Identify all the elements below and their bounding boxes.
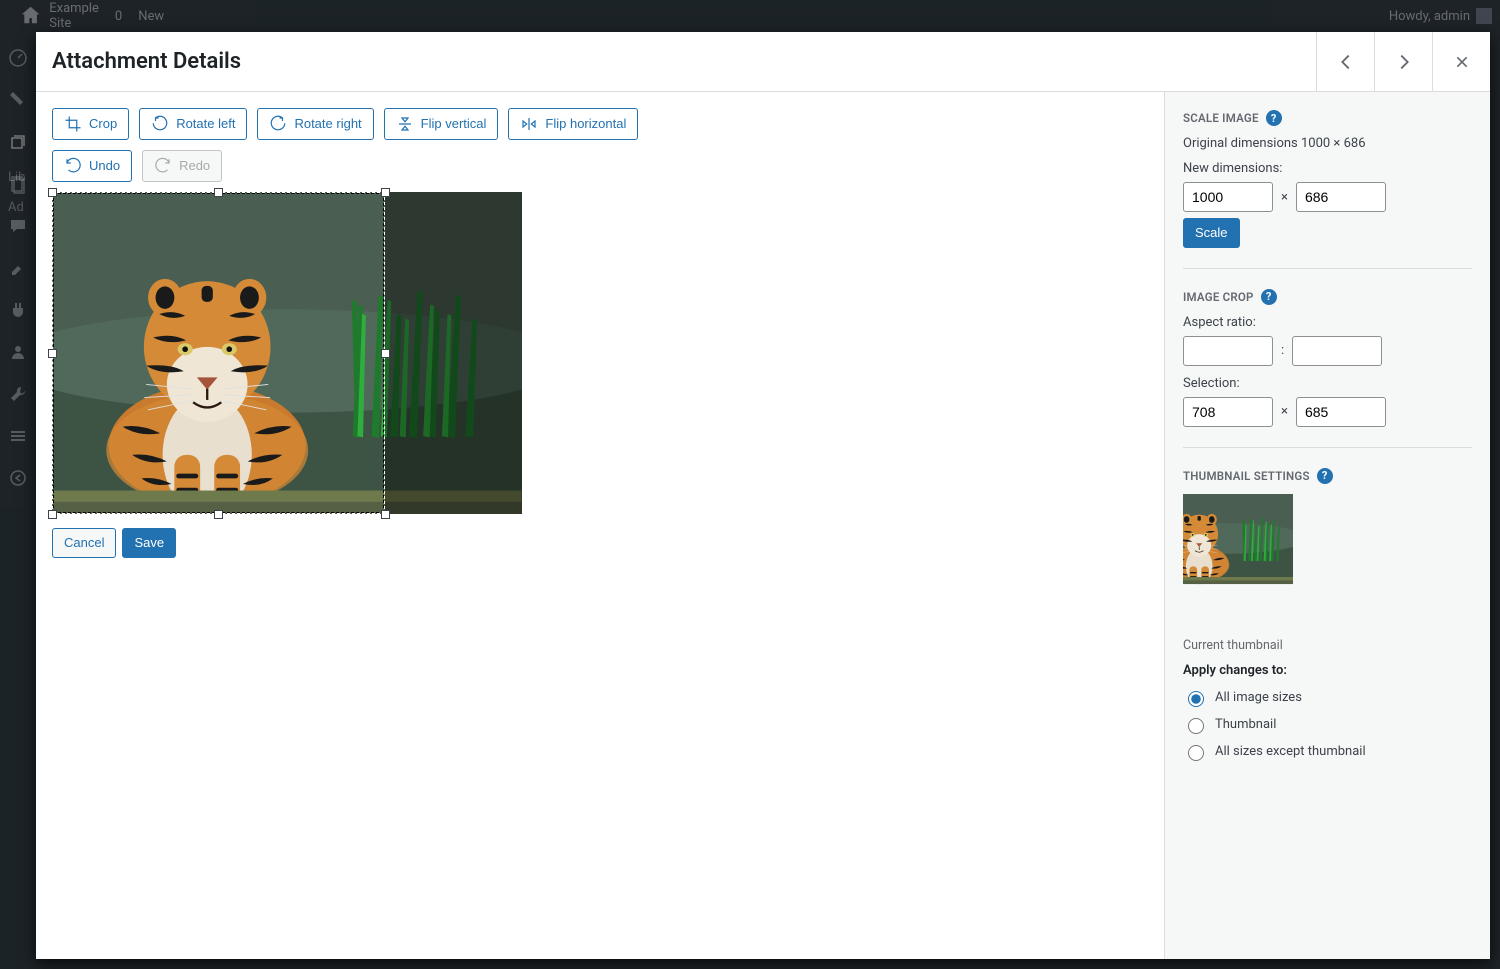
- settings-icon[interactable]: [8, 426, 28, 446]
- image-canvas[interactable]: [52, 192, 522, 514]
- modal-header: Attachment Details: [36, 32, 1490, 92]
- media-icon[interactable]: [8, 132, 28, 152]
- image-editor-area: Crop Rotate left Rotate right Flip verti…: [36, 92, 1164, 959]
- scale-height-input[interactable]: [1296, 182, 1386, 212]
- save-button[interactable]: Save: [122, 528, 176, 558]
- aspect-ratio-label: Aspect ratio:: [1183, 315, 1472, 330]
- settings-sidebar: SCALE IMAGE ? Original dimensions 1000 ×…: [1164, 92, 1490, 959]
- aspect-separator: :: [1281, 343, 1284, 358]
- prev-button[interactable]: [1316, 32, 1374, 92]
- undo-button[interactable]: Undo: [52, 150, 132, 182]
- undo-label: Undo: [89, 158, 120, 174]
- help-icon[interactable]: ?: [1261, 289, 1277, 305]
- close-button[interactable]: [1432, 32, 1490, 92]
- flip-horizontal-label: Flip horizontal: [545, 116, 626, 132]
- apply-except-radio[interactable]: [1188, 745, 1204, 761]
- current-thumbnail-label: Current thumbnail: [1183, 638, 1472, 653]
- aspect-height-input[interactable]: [1292, 336, 1382, 366]
- plugins-icon[interactable]: [8, 300, 28, 320]
- scale-button[interactable]: Scale: [1183, 218, 1240, 248]
- image-crop-heading: IMAGE CROP ?: [1183, 289, 1472, 305]
- apply-except-option[interactable]: All sizes except thumbnail: [1183, 742, 1472, 761]
- appearance-icon[interactable]: [8, 258, 28, 278]
- flip-vertical-button[interactable]: Flip vertical: [384, 108, 499, 140]
- site-link[interactable]: Example Site: [18, 1, 99, 31]
- redo-button: Redo: [142, 150, 222, 182]
- collapse-icon[interactable]: [8, 468, 28, 488]
- help-icon[interactable]: ?: [1266, 110, 1282, 126]
- new-link[interactable]: New: [132, 9, 164, 24]
- tools-icon[interactable]: [8, 384, 28, 404]
- new-dimensions-label: New dimensions:: [1183, 161, 1472, 176]
- image-edit-toolbar: Crop Rotate left Rotate right Flip verti…: [52, 108, 1148, 140]
- redo-label: Redo: [179, 158, 210, 174]
- original-dimensions-text: Original dimensions 1000 × 686: [1183, 136, 1472, 151]
- rotate-left-button[interactable]: Rotate left: [139, 108, 247, 140]
- comments-icon[interactable]: [8, 216, 28, 236]
- selection-label: Selection:: [1183, 376, 1472, 391]
- apply-all-radio[interactable]: [1188, 691, 1204, 707]
- apply-thumb-option[interactable]: Thumbnail: [1183, 715, 1472, 734]
- current-thumbnail-preview: [1183, 494, 1323, 634]
- cancel-button[interactable]: Cancel: [52, 528, 116, 558]
- selection-width-input[interactable]: [1183, 397, 1273, 427]
- rotate-right-button[interactable]: Rotate right: [257, 108, 373, 140]
- selection-separator: ×: [1281, 404, 1288, 419]
- admin-bar: Example Site 0 New Howdy, admin: [0, 0, 1500, 32]
- flip-horizontal-button[interactable]: Flip horizontal: [508, 108, 638, 140]
- apply-thumb-radio[interactable]: [1188, 718, 1204, 734]
- account-link[interactable]: Howdy, admin: [1389, 8, 1492, 24]
- thumbnail-settings-heading: THUMBNAIL SETTINGS ?: [1183, 468, 1472, 484]
- crop-button[interactable]: Crop: [52, 108, 129, 140]
- comments-link[interactable]: 0: [109, 9, 122, 24]
- rotate-right-label: Rotate right: [294, 116, 361, 132]
- side-hint: LibAd: [8, 170, 25, 215]
- help-icon[interactable]: ?: [1317, 468, 1333, 484]
- attachment-details-modal: Attachment Details Crop Rotate left Rota…: [36, 32, 1490, 959]
- flip-vertical-label: Flip vertical: [421, 116, 487, 132]
- scale-width-input[interactable]: [1183, 182, 1273, 212]
- apply-changes-label: Apply changes to:: [1183, 663, 1472, 678]
- crop-selection-overlay[interactable]: [52, 192, 522, 514]
- crop-label: Crop: [89, 116, 117, 132]
- users-icon[interactable]: [8, 342, 28, 362]
- modal-title: Attachment Details: [36, 49, 1316, 74]
- selection-height-input[interactable]: [1296, 397, 1386, 427]
- posts-icon[interactable]: [8, 90, 28, 110]
- avatar-icon: [1476, 8, 1492, 24]
- times-separator: ×: [1281, 190, 1288, 205]
- dashboard-icon[interactable]: [8, 48, 28, 68]
- scale-image-heading: SCALE IMAGE ?: [1183, 110, 1472, 126]
- aspect-width-input[interactable]: [1183, 336, 1273, 366]
- apply-all-option[interactable]: All image sizes: [1183, 688, 1472, 707]
- rotate-left-label: Rotate left: [176, 116, 235, 132]
- next-button[interactable]: [1374, 32, 1432, 92]
